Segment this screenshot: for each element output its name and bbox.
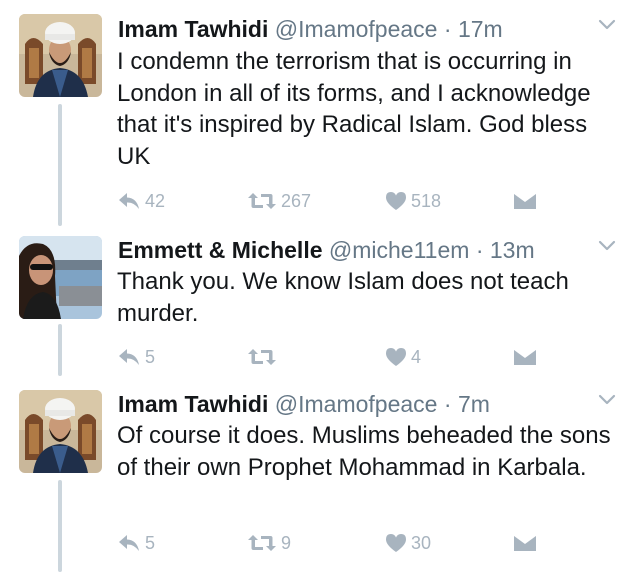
like-button[interactable]: 4 [385, 344, 421, 370]
display-name[interactable]: Imam Tawhidi [118, 391, 268, 417]
heart-icon [386, 192, 406, 210]
avatar[interactable] [19, 14, 102, 97]
like-button[interactable]: 30 [385, 530, 431, 556]
direct-message-button[interactable] [513, 530, 537, 556]
retweet-button[interactable]: 9 [247, 530, 291, 556]
thread-connector-line [58, 324, 62, 376]
direct-message-icon [513, 348, 537, 365]
like-count: 518 [411, 190, 442, 211]
user-handle[interactable]: @Imamofpeace [275, 391, 438, 417]
timestamp[interactable]: 7m [458, 391, 490, 417]
retweet-button[interactable] [247, 344, 281, 370]
separator-dot: · [443, 16, 452, 42]
tweet-header: Emmett & Michelle @miche11em · 13m [118, 236, 610, 264]
reply-count: 5 [145, 346, 156, 367]
tweet[interactable]: Imam Tawhidi @Imamofpeace · 7m Of course… [0, 376, 630, 572]
tweet-actions: 5 4 [117, 344, 547, 370]
reply-button[interactable]: 42 [117, 188, 165, 214]
separator-dot: · [475, 237, 484, 263]
tweet-actions: 5 9 30 [117, 530, 547, 556]
direct-message-button[interactable] [513, 188, 537, 214]
direct-message-button[interactable] [513, 344, 537, 370]
timestamp[interactable]: 13m [490, 237, 535, 263]
direct-message-icon [513, 192, 537, 209]
thread-connector-line [58, 104, 62, 226]
avatar[interactable] [19, 236, 102, 319]
thread-connector-line [58, 480, 62, 572]
tweet[interactable]: Imam Tawhidi @Imamofpeace · 17m I condem… [0, 0, 630, 226]
reply-icon [119, 193, 139, 209]
reply-button[interactable]: 5 [117, 344, 155, 370]
tweet-text: Thank you. We know Islam does not teach … [117, 268, 569, 327]
like-button[interactable]: 518 [385, 188, 441, 214]
reply-icon [119, 535, 139, 551]
retweet-icon [248, 193, 276, 209]
display-name[interactable]: Emmett & Michelle [118, 237, 323, 263]
chevron-down-icon[interactable] [598, 18, 616, 32]
user-handle[interactable]: @miche11em [329, 237, 470, 263]
tweet-actions: 42 267 518 [117, 188, 547, 214]
tweet-thread: Imam Tawhidi @Imamofpeace · 17m I condem… [0, 0, 630, 572]
chevron-down-icon[interactable] [598, 239, 616, 253]
like-count: 30 [411, 532, 432, 553]
reply-count: 42 [145, 190, 166, 211]
heart-icon [386, 534, 406, 552]
avatar[interactable] [19, 390, 102, 473]
display-name[interactable]: Imam Tawhidi [118, 16, 268, 42]
retweet-count: 267 [281, 190, 312, 211]
reply-icon [119, 349, 139, 365]
tweet[interactable]: Emmett & Michelle @miche11em · 13m Thank… [0, 226, 630, 376]
tweet-text: I condemn the terrorism that is occurrin… [117, 48, 591, 170]
like-count: 4 [411, 346, 422, 367]
reply-count: 5 [145, 532, 156, 553]
retweet-button[interactable]: 267 [247, 188, 311, 214]
separator-dot: · [443, 391, 452, 417]
heart-icon [386, 348, 406, 366]
tweet-header: Imam Tawhidi @Imamofpeace · 7m [118, 390, 610, 418]
retweet-count: 9 [281, 532, 292, 553]
direct-message-icon [513, 534, 537, 551]
chevron-down-icon[interactable] [598, 393, 616, 407]
retweet-icon [248, 349, 276, 365]
user-handle[interactable]: @Imamofpeace [275, 16, 438, 42]
reply-button[interactable]: 5 [117, 530, 155, 556]
tweet-text: Of course it does. Muslims beheaded the … [117, 422, 611, 481]
tweet-header: Imam Tawhidi @Imamofpeace · 17m [118, 15, 610, 43]
timestamp[interactable]: 17m [458, 16, 503, 42]
retweet-icon [248, 535, 276, 551]
